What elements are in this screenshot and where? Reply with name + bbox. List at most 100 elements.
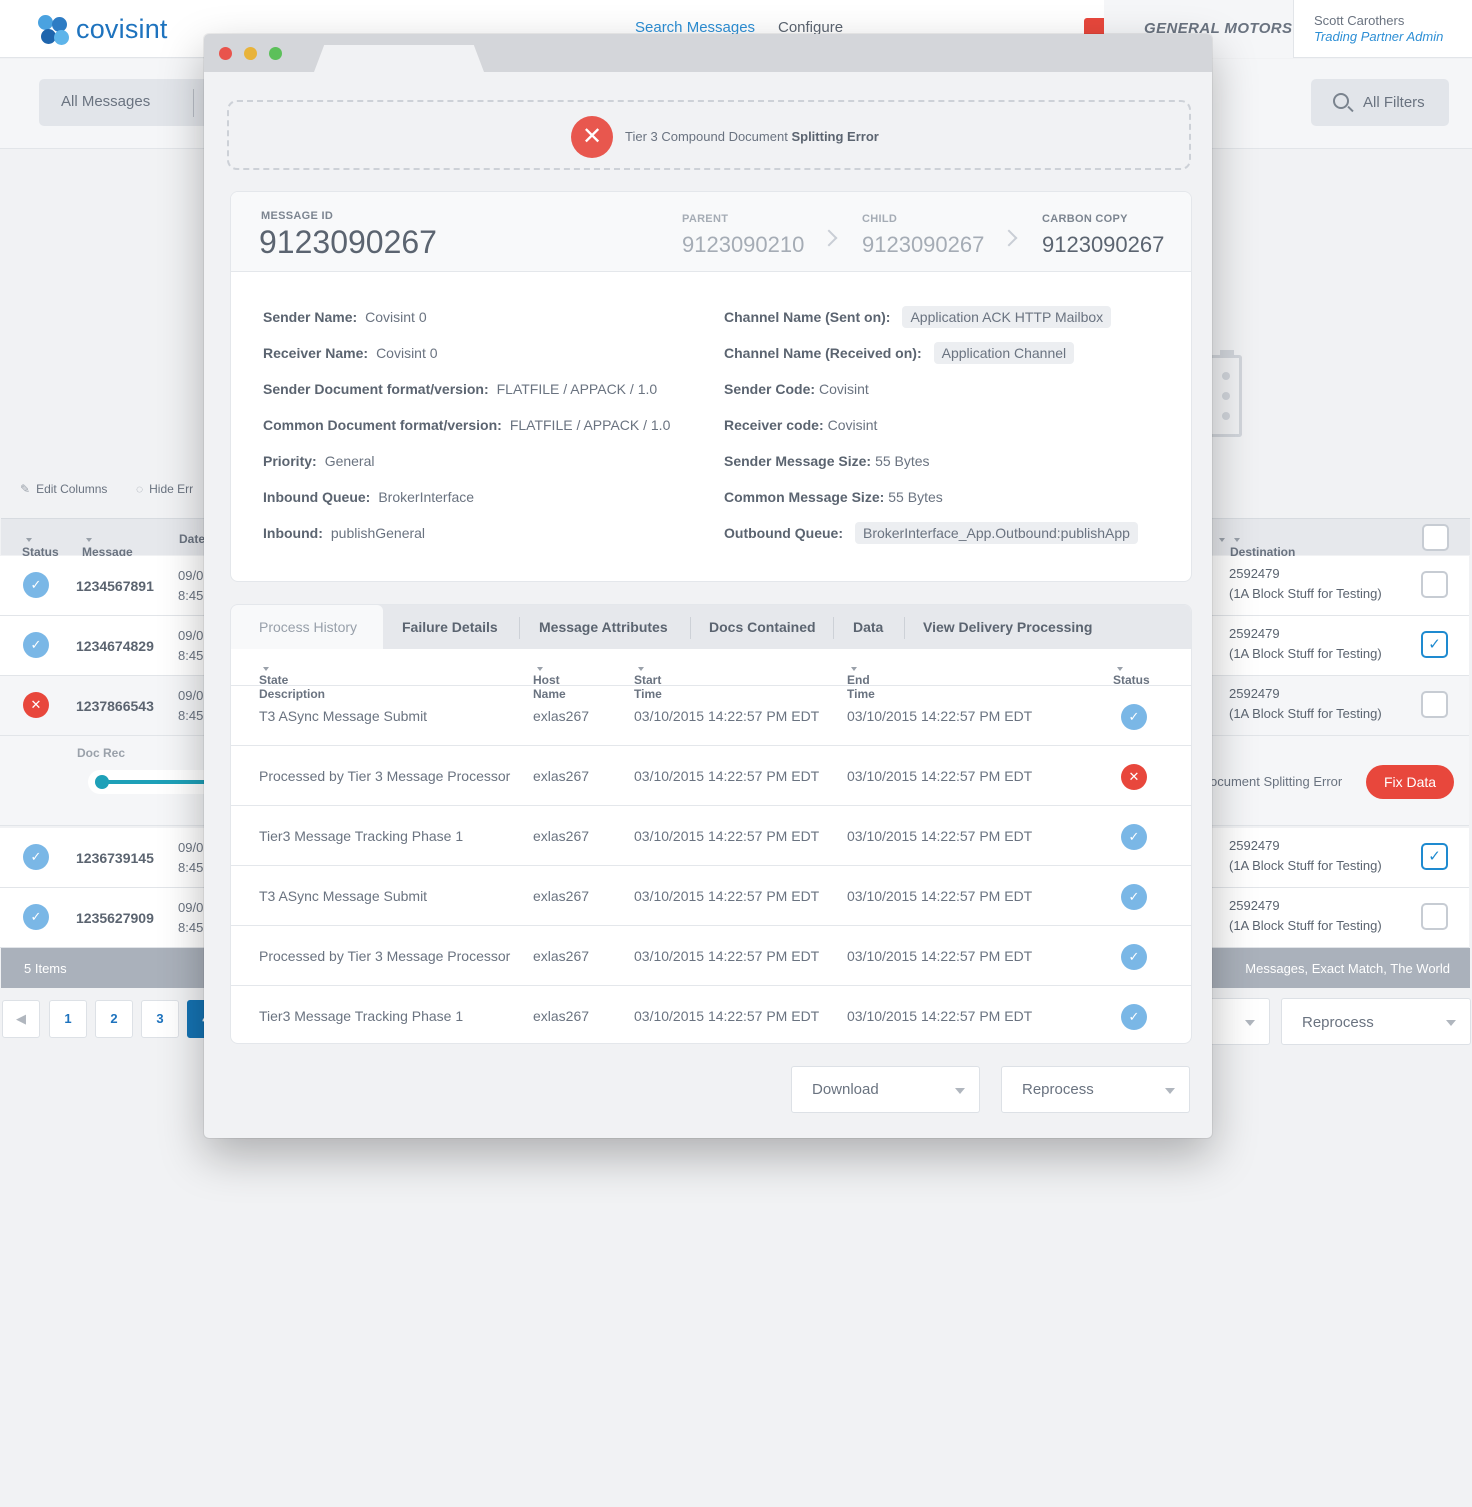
message-id-value: 9123090267 (259, 224, 437, 260)
common-message-size-field: Common Message Size: 55 Bytes (724, 489, 943, 505)
logo-mark-icon (38, 14, 69, 45)
receiver-name-field: Receiver Name: Covisint 0 (263, 345, 438, 361)
slider-knob[interactable] (95, 775, 109, 789)
hide-errors-button[interactable]: ◌ Hide Err (136, 482, 193, 496)
col-state-description[interactable]: State Description (259, 661, 325, 701)
state-description: T3 ASync Message Submit (259, 888, 428, 904)
destination-cell: 2592479 (1A Block Stuff for Testing) (1229, 686, 1382, 721)
start-time: 03/10/2015 14:22:57 PM EDT (634, 888, 820, 904)
message-id-label: MESSAGE ID (261, 210, 334, 222)
error-text: ocument Splitting Error (1210, 774, 1343, 789)
maximize-window-button[interactable] (269, 47, 282, 60)
row-checkbox[interactable] (1421, 571, 1448, 598)
date-cell: 09/0 8:45 (178, 628, 204, 663)
user-name[interactable]: Scott Carothers (1314, 13, 1404, 28)
user-role[interactable]: Trading Partner Admin (1314, 29, 1443, 44)
pager-page-2[interactable]: 2 (95, 1000, 133, 1038)
tab-data[interactable]: Data (853, 605, 883, 649)
tab-failure-details[interactable]: Failure Details (402, 605, 498, 649)
date-cell: 09/0 8:45 (178, 840, 204, 875)
start-time: 03/10/2015 14:22:57 PM EDT (634, 708, 820, 724)
message-detail-window: ✕ Tier 3 Compound Document Splitting Err… (204, 34, 1212, 1138)
download-dropdown[interactable]: Download (791, 1066, 980, 1113)
date-cell: 09/0 8:45 (178, 688, 204, 723)
message-id[interactable]: 1234674829 (76, 638, 154, 654)
history-row: Processed by Tier 3 Message Processor ex… (231, 926, 1191, 986)
host-name: exlas267 (533, 828, 590, 844)
message-id[interactable]: 1234567891 (76, 578, 154, 594)
status-ok-icon: ✓ (1121, 824, 1147, 850)
col-status[interactable]: Status (22, 532, 59, 559)
message-id[interactable]: 1237866543 (76, 698, 154, 714)
eye-slash-icon: ◌ (136, 482, 144, 496)
state-description: Tier3 Message Tracking Phase 1 (259, 1008, 464, 1024)
pager-page-1[interactable]: 1 (49, 1000, 87, 1038)
col-start-time[interactable]: Start Time (634, 661, 662, 701)
browser-tab[interactable] (314, 45, 484, 72)
select-all-checkbox[interactable] (1422, 524, 1449, 551)
col-destination[interactable]: Destination Channel ID (1230, 532, 1295, 573)
search-icon (1333, 93, 1349, 109)
history-row: T3 ASync Message Submit exlas267 03/10/2… (231, 866, 1191, 926)
message-id-header: MESSAGE ID 9123090267 PARENT 9123090210 … (231, 192, 1191, 272)
status-ok-icon: ✓ (23, 632, 49, 658)
sender-message-size-field: Sender Message Size: 55 Bytes (724, 453, 930, 469)
tab-view-delivery-processing[interactable]: View Delivery Processing (923, 605, 1092, 649)
edit-columns-button[interactable]: ✎ Edit Columns (20, 482, 107, 496)
parent-id-link[interactable]: 9123090210 (682, 232, 804, 258)
status-error-icon: ✕ (1121, 764, 1147, 790)
start-time: 03/10/2015 14:22:57 PM EDT (634, 768, 820, 784)
error-message: Tier 3 Compound Document Splitting Error (625, 129, 879, 144)
tab-process-history[interactable]: Process History (231, 605, 383, 649)
message-id[interactable]: 1236739145 (76, 850, 154, 866)
status-ok-icon: ✓ (23, 844, 49, 870)
host-name: exlas267 (533, 768, 590, 784)
receiver-code-field: Receiver code: Covisint (724, 417, 878, 433)
chevron-down-icon (1446, 1020, 1456, 1026)
chevron-down-icon (1165, 1088, 1175, 1094)
reprocess-dropdown[interactable]: Reprocess (1001, 1066, 1190, 1113)
minimize-window-button[interactable] (244, 47, 257, 60)
pager-prev-button[interactable]: ◀ (2, 1000, 40, 1038)
host-name: exlas267 (533, 708, 590, 724)
carbon-copy-label: CARBON COPY (1042, 213, 1128, 225)
chevron-down-icon (955, 1088, 965, 1094)
col-status[interactable]: Status (1113, 661, 1150, 687)
all-filters-button[interactable]: All Filters (1311, 79, 1449, 126)
date-cell: 09/0 8:45 (178, 900, 204, 935)
message-details-card: MESSAGE ID 9123090267 PARENT 9123090210 … (230, 191, 1192, 582)
close-window-button[interactable] (219, 47, 232, 60)
col-message-id[interactable]: Message ID (82, 532, 133, 573)
pager-page-3[interactable]: 3 (141, 1000, 179, 1038)
sender-name-field: Sender Name: Covisint 0 (263, 309, 427, 325)
status-ok-icon: ✓ (23, 904, 49, 930)
row-checkbox[interactable] (1421, 903, 1448, 930)
fix-data-button[interactable]: Fix Data (1366, 765, 1454, 799)
start-time: 03/10/2015 14:22:57 PM EDT (634, 1008, 820, 1024)
sender-code-field: Sender Code: Covisint (724, 381, 869, 397)
row-checkbox[interactable] (1421, 691, 1448, 718)
col-end-time[interactable]: End Time (847, 661, 875, 701)
logo-text: covisint (76, 14, 168, 44)
bg-reprocess-dropdown[interactable]: Reprocess (1281, 998, 1471, 1045)
col-date[interactable]: Date (179, 532, 205, 546)
device-illustration-icon (1212, 350, 1242, 437)
progress-slider[interactable] (88, 770, 218, 794)
tab-message-attributes[interactable]: Message Attributes (539, 605, 668, 649)
covisint-logo[interactable]: covisint (38, 14, 168, 45)
carbon-copy-id[interactable]: 9123090267 (1042, 232, 1164, 258)
filter-summary: Messages, Exact Match, The World (1245, 961, 1450, 976)
col-host-name[interactable]: Host Name (533, 661, 566, 701)
col-sort-caret (1215, 532, 1225, 546)
all-messages-dropdown[interactable]: All Messages (39, 79, 211, 126)
message-id[interactable]: 1235627909 (76, 910, 154, 926)
tab-docs-contained[interactable]: Docs Contained (709, 605, 816, 649)
chevron-right-icon (820, 229, 838, 247)
row-checkbox-checked[interactable]: ✓ (1421, 631, 1448, 658)
status-ok-icon: ✓ (1121, 1004, 1147, 1030)
row-checkbox-checked[interactable]: ✓ (1421, 843, 1448, 870)
status-error-icon: ✕ (23, 692, 49, 718)
destination-cell: 2592479 (1A Block Stuff for Testing) (1229, 838, 1382, 873)
child-id-link[interactable]: 9123090267 (862, 232, 984, 258)
common-doc-format-field: Common Document format/version: FLATFILE … (263, 417, 671, 433)
